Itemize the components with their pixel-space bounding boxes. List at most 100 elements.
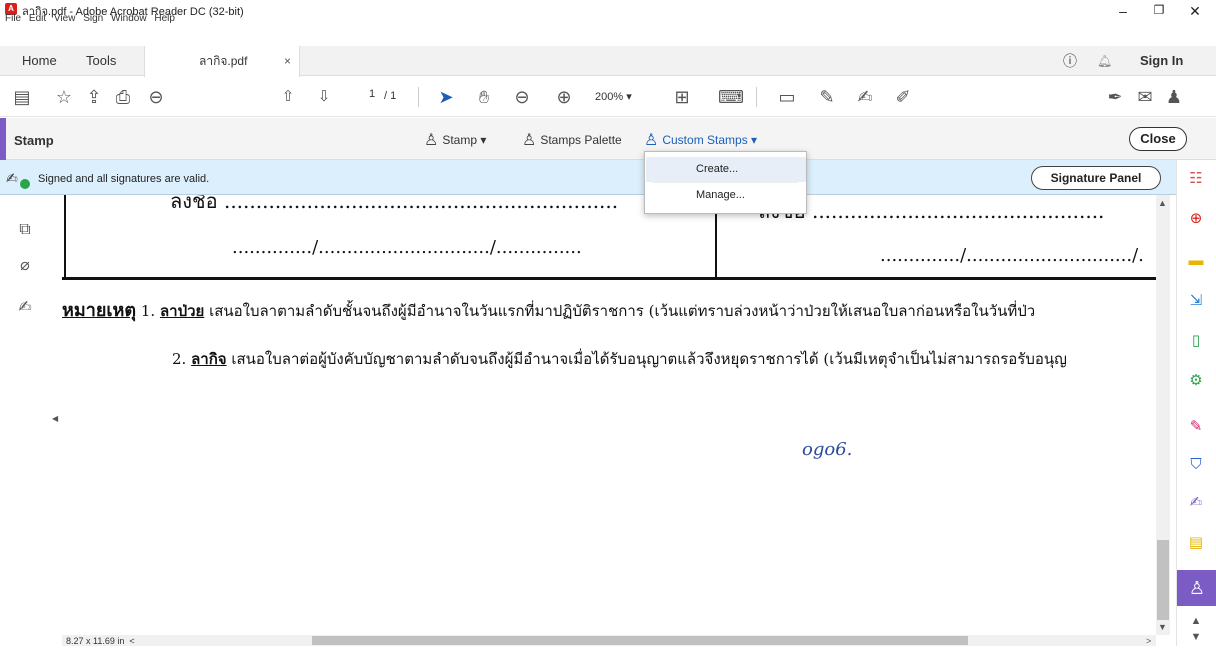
menu-file[interactable]: File [5, 13, 21, 24]
comment-tool-icon[interactable]: ▬ [1185, 250, 1207, 272]
title-bar: A ลากิจ.pdf - Adobe Acrobat Reader DC (3… [0, 0, 1216, 22]
minimize-button[interactable]: – [1108, 3, 1138, 21]
date-line-right: ............../.........................… [880, 245, 1144, 266]
handwritten-signature: ogo6. [802, 439, 853, 460]
note2-number: 2. [172, 350, 187, 368]
certificates-icon[interactable]: ✍ [1185, 492, 1207, 514]
page-down-icon[interactable]: ⇩ [312, 85, 336, 109]
left-nav-rail: ⧉ ⌀ ✍ [0, 195, 47, 646]
signature-status: Signed and all signatures are valid. [38, 173, 210, 185]
fill-sign-tool-icon[interactable]: ✎ [1185, 416, 1207, 438]
highlight-pen-icon[interactable]: ✎ [815, 85, 839, 109]
menu-window[interactable]: Window [111, 13, 147, 24]
horizontal-scroll-thumb[interactable] [312, 636, 968, 645]
help-icon[interactable]: ⓘ [1063, 46, 1077, 76]
stamp-button-label: Stamp ▾ [442, 133, 487, 147]
close-button[interactable]: Close [1129, 127, 1187, 151]
star-icon[interactable]: ☆ [52, 85, 76, 109]
scroll-rail-down-icon[interactable]: ▼ [1185, 626, 1207, 648]
zoom-level-dropdown[interactable]: 200% ▾ [595, 90, 632, 103]
zoom-search-icon[interactable]: ⊖ [144, 85, 168, 109]
custom-stamps-label: Custom Stamps ▾ [662, 133, 758, 147]
compress-icon[interactable]: ⚙ [1185, 370, 1207, 392]
vertical-scroll-thumb[interactable] [1157, 540, 1169, 620]
more-tools-icon[interactable]: ▤ [1185, 532, 1207, 554]
hand-tool-icon[interactable]: ✋︎ [472, 85, 496, 109]
collapse-pane-icon[interactable]: ◀ [52, 414, 58, 423]
signature-panel-button[interactable]: Signature Panel [1031, 166, 1161, 190]
right-tools-rail: ☷ ⊕ ▬ ⇲ ▯ ⚙ ✎ ⛉ ✍ ▤ ♙ ▲ ▼ [1176, 160, 1216, 646]
note-label: หมายเหตุ [62, 300, 137, 321]
scroll-up-icon[interactable]: ▲ [1158, 198, 1167, 208]
tab-tools[interactable]: Tools [86, 46, 116, 76]
menu-item-create[interactable]: Create... [646, 157, 806, 182]
save-icon[interactable]: ▤ [10, 85, 34, 109]
stamp-dropdown-button[interactable]: ♙ Stamp ▾ [424, 130, 486, 150]
bell-icon[interactable]: 🔔︎ [1097, 46, 1112, 76]
menu-edit[interactable]: Edit [29, 13, 46, 24]
note-line-2: 2. ลากิจ เสนอใบลาต่อผู้บังคับบัญชาตามลำด… [172, 347, 1067, 371]
stamp-accent-bar [0, 118, 6, 160]
fit-page-icon[interactable]: ⊞ [670, 85, 694, 109]
page-up-icon[interactable]: ⇧ [276, 85, 300, 109]
select-cursor-icon[interactable]: ➤ [434, 85, 458, 109]
scroll-down-icon[interactable]: ▼ [1158, 622, 1167, 632]
organize-pages-icon[interactable]: ☷ [1185, 168, 1207, 190]
menu-sign[interactable]: Sign [83, 13, 103, 24]
note2-text: เสนอใบลาต่อผู้บังคับบัญชาตามลำดับจนถึงผู… [226, 350, 1067, 368]
comment-icon[interactable]: ▭ [775, 85, 799, 109]
share-icon[interactable]: ⇪ [82, 85, 106, 109]
tab-document[interactable]: ลากิจ.pdf [144, 46, 300, 77]
tab-bar: Home Tools ลากิจ.pdf × ⓘ 🔔︎ Sign In [0, 46, 1216, 77]
custom-stamps-button[interactable]: ♙ Custom Stamps ▾ [644, 130, 757, 150]
page-size-readout: 8.27 x 11.69 in < [66, 636, 135, 646]
toolbar-divider [756, 87, 757, 107]
create-pdf-icon[interactable]: ⊕ [1185, 208, 1207, 230]
date-line-left: ............../.........................… [232, 237, 582, 258]
signature-line-right: ลงชื่อ .................................… [758, 199, 1105, 223]
zoom-in-icon[interactable]: ⊕ [552, 85, 576, 109]
document-view[interactable]: ลงชื่อ .................................… [62, 195, 1156, 635]
email-icon[interactable]: ✉ [1133, 85, 1157, 109]
table-border [64, 195, 66, 280]
fill-sign-icon[interactable]: ✐ [891, 85, 915, 109]
menu-item-manage[interactable]: Manage... [646, 183, 806, 208]
menu-help[interactable]: Help [154, 13, 175, 24]
page-number-input[interactable]: 1 [360, 88, 384, 106]
sign-document-icon[interactable]: ✒ [1103, 85, 1127, 109]
zoom-value: 200% [595, 91, 624, 103]
page-thumbnails-icon[interactable]: ⧉ [15, 221, 35, 241]
edit-pdf-icon[interactable]: ▯ [1185, 330, 1207, 352]
signature-pen-icon: ✍ [6, 170, 18, 186]
main-toolbar: ▤ ☆ ⇪ ⎙ ⊖ ⇧ ⇩ 1 / 1 ➤ ✋︎ ⊖ ⊕ 200% ▾ ⊞ ⌨ … [0, 77, 1216, 117]
attachment-icon[interactable]: ⌀ [15, 255, 35, 275]
stamp-toolbar: Stamp ♙ Stamp ▾ ♙ Stamps Palette ♙ Custo… [0, 118, 1216, 160]
menu-bar: File Edit View Sign Window Help [0, 13, 175, 25]
scroll-right-icon[interactable]: > [1146, 636, 1151, 646]
keyboard-icon[interactable]: ⌨ [718, 85, 744, 109]
stamp-tool-icon[interactable]: ♙ [1177, 570, 1216, 606]
export-pdf-icon[interactable]: ⇲ [1185, 290, 1207, 312]
stamps-palette-button[interactable]: ♙ Stamps Palette [522, 130, 622, 150]
add-user-icon[interactable]: ♟ [1162, 85, 1186, 109]
sign-in-link[interactable]: Sign In [1140, 46, 1183, 76]
protect-shield-icon[interactable]: ⛉ [1185, 454, 1207, 476]
sign-icon[interactable]: ✍ [853, 85, 877, 109]
stamps-palette-label: Stamps Palette [540, 133, 622, 147]
print-icon[interactable]: ⎙ [111, 85, 135, 109]
page-total: / 1 [384, 90, 397, 102]
menu-view[interactable]: View [54, 13, 76, 24]
maximize-button[interactable]: ❐ [1144, 3, 1174, 21]
note1-text: เสนอใบลาตามลำดับชั้นจนถึงผู้มีอำนาจในวัน… [204, 302, 1036, 320]
note1-title: ลาป่วย [159, 302, 205, 320]
tab-close-button[interactable]: × [284, 46, 291, 76]
toolbar-divider [418, 87, 419, 107]
valid-check-icon [20, 179, 30, 189]
close-window-button[interactable]: ✕ [1180, 3, 1210, 21]
custom-stamps-menu: Create... Manage... [644, 151, 807, 214]
tab-home[interactable]: Home [22, 46, 57, 76]
zoom-out-icon[interactable]: ⊖ [510, 85, 534, 109]
note2-title: ลากิจ [191, 350, 227, 368]
signatures-icon[interactable]: ✍ [15, 297, 35, 317]
custom-stamp-icon: ♙ [644, 132, 659, 149]
